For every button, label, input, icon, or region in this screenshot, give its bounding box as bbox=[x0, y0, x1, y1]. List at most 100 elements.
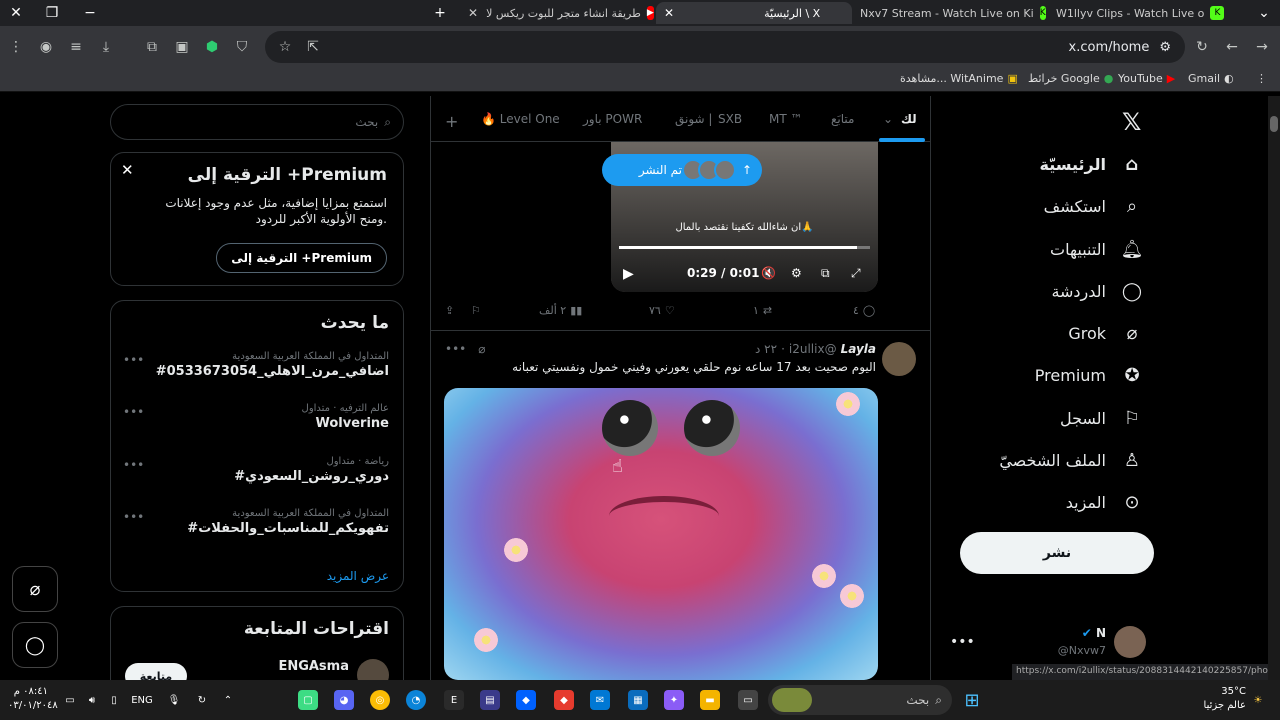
language-indicator[interactable]: ENG bbox=[130, 690, 154, 710]
more-icon[interactable]: ••• bbox=[950, 634, 975, 650]
close-window-icon[interactable]: ✕ bbox=[4, 1, 28, 25]
chevron-down-icon[interactable]: ⌄ bbox=[883, 112, 893, 126]
tab-shwnq[interactable]: شونق | bbox=[675, 112, 712, 126]
app-icon[interactable]: ◆ bbox=[554, 690, 574, 710]
tab-kick-w1llyv[interactable]: W1llyv Clips - Watch Live o K bbox=[1048, 2, 1248, 24]
app-icon[interactable]: ▤ bbox=[480, 690, 500, 710]
grok-floating-icon[interactable]: ⌀ bbox=[12, 566, 58, 612]
bookmark-icon[interactable]: ⚐ bbox=[471, 304, 481, 317]
bookmarks-more-icon[interactable]: ⋮ bbox=[1256, 72, 1267, 85]
profile-icon[interactable]: ◉ bbox=[34, 35, 58, 59]
tab-powr[interactable]: باور POWR bbox=[583, 112, 642, 126]
more-icon[interactable]: ••• bbox=[123, 510, 144, 524]
chevron-up-icon[interactable]: ⌃ bbox=[218, 690, 238, 710]
trend-item[interactable]: ••• رياضة · متداول #دوري_روشن_السعودي bbox=[123, 456, 389, 484]
tab-sxb[interactable]: SXB bbox=[718, 112, 742, 126]
network-icon[interactable]: ▯ bbox=[104, 690, 124, 710]
reload-icon[interactable]: ↻ bbox=[1190, 35, 1214, 59]
tab-kick-nxv7[interactable]: Nxv7 Stream - Watch Live on Ki K bbox=[852, 2, 1048, 24]
more-icon[interactable]: ••• bbox=[123, 405, 144, 419]
close-icon[interactable]: ✕ bbox=[468, 6, 478, 20]
reply-stat[interactable]: ٤ ◯ bbox=[853, 304, 875, 317]
tab-youtube[interactable]: ✕ طريقة انشاء متجر للبوت ريكس لا ▶ bbox=[460, 2, 656, 24]
video-progress-bar[interactable] bbox=[619, 246, 870, 249]
volume-icon[interactable]: 🔊︎ bbox=[82, 690, 102, 710]
security-icon[interactable]: ⛉ bbox=[230, 35, 254, 59]
search-input[interactable]: بحث ⌕ bbox=[110, 104, 404, 140]
windows-start-icon[interactable]: ⊞ bbox=[962, 690, 982, 711]
fullscreen-icon[interactable]: ⤢ bbox=[851, 266, 861, 281]
tab-x-home[interactable]: ✕ الرئيسيّة \ X bbox=[656, 2, 852, 24]
extension-icon[interactable]: ▣ bbox=[170, 35, 194, 59]
folder-icon[interactable]: ▬ bbox=[700, 690, 720, 710]
restore-window-icon[interactable]: ❐ bbox=[40, 1, 64, 25]
task-view-icon[interactable]: ▭ bbox=[738, 690, 758, 710]
extensions-icon[interactable]: ⧉ bbox=[140, 35, 164, 59]
battery-icon[interactable]: ▭ bbox=[60, 690, 80, 710]
nav-explore[interactable]: استكشف ⌕ bbox=[1044, 196, 1144, 217]
weather-widget[interactable]: 35°C عالم جزئيا bbox=[1204, 685, 1246, 713]
grok-icon[interactable]: ⌀ bbox=[478, 342, 485, 356]
more-icon[interactable]: ••• bbox=[123, 353, 144, 367]
nav-chat[interactable]: الدردشة ◯ bbox=[1051, 281, 1144, 302]
more-icon[interactable]: ••• bbox=[445, 342, 466, 356]
menu-icon[interactable]: ⋮ bbox=[4, 35, 28, 59]
avatar[interactable] bbox=[357, 659, 389, 680]
tab-following[interactable]: متابَع bbox=[831, 112, 854, 126]
upgrade-premium-button[interactable]: الترقية إلى +Premium bbox=[216, 243, 387, 273]
trend-item[interactable]: ••• عالم الترفيه · متداول Wolverine bbox=[123, 403, 389, 431]
close-icon[interactable]: ✕ bbox=[664, 6, 674, 20]
tab-mt[interactable]: MT ™ bbox=[769, 112, 803, 126]
trend-item[interactable]: ••• المتداول في المملكة العربية السعودية… bbox=[123, 508, 389, 536]
pip-icon[interactable]: ⧉ bbox=[821, 266, 830, 281]
avatar[interactable] bbox=[882, 342, 916, 376]
share-icon[interactable]: ⇱ bbox=[301, 35, 325, 59]
mail-icon[interactable]: ✉ bbox=[590, 690, 610, 710]
new-tab-icon[interactable]: + bbox=[428, 1, 452, 25]
nav-bookmarks[interactable]: السجل ⚐ bbox=[1060, 408, 1144, 429]
post-button[interactable]: نشر bbox=[960, 532, 1154, 574]
bookmark-gmail[interactable]: Gmail ◐ bbox=[1188, 72, 1234, 85]
nav-home[interactable]: الرئيسيّة ⌂ bbox=[1040, 154, 1145, 175]
download-icon[interactable]: ⤓ bbox=[94, 35, 118, 59]
nav-notifications[interactable]: التنبيهات 🔔︎ bbox=[1050, 239, 1144, 260]
play-icon[interactable]: ▶ bbox=[623, 266, 634, 282]
bookmark-witanime[interactable]: مشاهدة... WitAnime ▣ bbox=[900, 72, 1018, 85]
mute-icon[interactable]: 🔇 bbox=[761, 266, 776, 280]
back-icon[interactable]: ← bbox=[1220, 35, 1244, 59]
site-settings-icon[interactable]: ⚙ bbox=[1159, 40, 1171, 55]
store-icon[interactable]: ▦ bbox=[628, 690, 648, 710]
messages-floating-icon[interactable]: ◯ bbox=[12, 622, 58, 668]
x-logo-icon[interactable]: 𝕏 bbox=[1122, 108, 1141, 136]
account-switcher[interactable]: ✔ N @Nxvw7 ••• bbox=[950, 626, 1150, 666]
forward-icon[interactable]: → bbox=[1250, 35, 1274, 59]
clock[interactable]: ٠٨:٤١ م ٠٣/٠١/٢٠٤٨ bbox=[8, 685, 58, 713]
views-stat[interactable]: ٢ ألف ▮▮ bbox=[539, 304, 582, 317]
app-icon[interactable]: ▢ bbox=[298, 690, 318, 710]
bookmark-star-icon[interactable]: ☆ bbox=[273, 35, 297, 59]
tab-level-one[interactable]: 🔥 Level One bbox=[481, 112, 560, 126]
more-icon[interactable]: ••• bbox=[123, 458, 144, 472]
like-stat[interactable]: ٧٦ ♡ bbox=[649, 304, 675, 317]
tab-for-you[interactable]: لك bbox=[901, 112, 917, 126]
share-icon[interactable]: ⇪ bbox=[445, 304, 454, 317]
follow-user-name[interactable]: ENGAsma bbox=[278, 659, 349, 674]
address-bar[interactable]: ☆ ⇱ x.com/home ⚙ bbox=[265, 31, 1185, 63]
epic-games-icon[interactable]: E bbox=[444, 690, 464, 710]
edge-icon[interactable]: ◔ bbox=[406, 690, 426, 710]
dropbox-icon[interactable]: ◆ bbox=[516, 690, 536, 710]
settings-icon[interactable]: ⚙ bbox=[791, 266, 802, 280]
new-posts-pill[interactable]: تم النشر ↑ bbox=[602, 154, 762, 186]
chrome-icon[interactable]: ◎ bbox=[370, 690, 390, 710]
sync-icon[interactable]: ↻ bbox=[192, 690, 212, 710]
discord-icon[interactable]: ◕ bbox=[334, 690, 354, 710]
tweet-author-name[interactable]: Layla bbox=[841, 342, 876, 356]
follow-button[interactable]: متابعة bbox=[125, 663, 187, 680]
tweet-time[interactable]: ٢٢ د bbox=[755, 342, 777, 356]
tab-search-icon[interactable]: ⌄ bbox=[1252, 1, 1276, 25]
retweet-stat[interactable]: ١ ⇄ bbox=[753, 304, 772, 317]
show-more-link[interactable]: عرض المزيد bbox=[327, 569, 389, 583]
minimize-window-icon[interactable]: − bbox=[78, 1, 102, 25]
nav-profile[interactable]: الملف الشخصيّ ♙ bbox=[999, 450, 1144, 471]
nav-grok[interactable]: Grok ⌀ bbox=[1068, 323, 1144, 344]
